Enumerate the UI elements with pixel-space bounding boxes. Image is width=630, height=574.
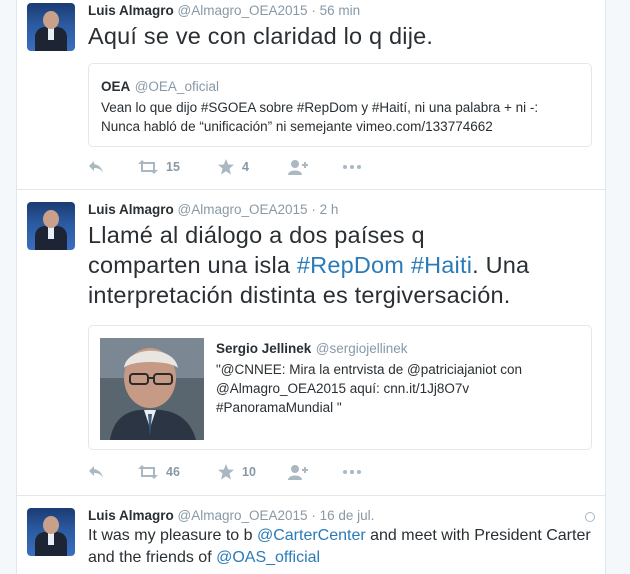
follow-icon [288, 159, 308, 175]
like-button[interactable]: 10 [218, 464, 288, 480]
follow-button[interactable] [288, 159, 343, 175]
reply-icon [88, 465, 104, 479]
tweet-actions: 15 4 [88, 157, 361, 177]
author-name[interactable]: Luis Almagro [88, 3, 174, 18]
quoted-tweet[interactable]: Sergio Jellinek @sergiojellinek "@CNNEE:… [88, 325, 592, 450]
quoted-text-line: Vean lo que dijo #SGOEA sobre #RepDom y … [101, 100, 539, 115]
retweet-count: 46 [166, 465, 180, 479]
tweet-text: Aquí se ve con claridad lo q dije. [88, 23, 434, 49]
tweet[interactable]: Luis Almagro @Almagro_OEA2015 · 56 min A… [17, 0, 605, 190]
tweet-text: It was my pleasure to b @CarterCenter an… [88, 525, 598, 569]
quoted-text-line: @Almagro_OEA2015 aquí: cnn.it/1Jj8O7v [216, 381, 470, 396]
timestamp[interactable]: 56 min [320, 3, 361, 18]
text-segment: It was my pleasure to b [88, 527, 257, 544]
quoted-text-line: Nunca habló de “unificación” ni semejant… [101, 119, 493, 134]
separator: · [311, 3, 316, 18]
reply-button[interactable] [88, 465, 138, 479]
quoted-author-handle: @OEA_oficial [134, 79, 219, 94]
hashtag-link[interactable]: #RepDom [297, 252, 404, 278]
quoted-photo[interactable] [100, 338, 204, 440]
hashtag-link[interactable]: #Haiti [411, 252, 472, 278]
author-handle[interactable]: @Almagro_OEA2015 [178, 202, 308, 217]
more-button[interactable] [343, 470, 361, 474]
tweet-text-line: Llamé al diálogo a dos países q [88, 222, 425, 248]
tweet-text-line: interpretación distinta es tergiversació… [88, 282, 511, 308]
text-segment: and the friends of [88, 549, 217, 566]
quoted-text-line: #PanoramaMundial " [216, 400, 342, 415]
more-icon [343, 470, 361, 474]
follow-button[interactable] [288, 464, 343, 480]
avatar[interactable] [27, 3, 75, 51]
quoted-tweet[interactable]: OEA @OEA_oficial Vean lo que dijo #SGOEA… [88, 63, 592, 147]
tweet-text-line: and the friends of @OAS_official [88, 547, 598, 569]
tweet[interactable]: Luis Almagro @Almagro_OEA2015 · 2 h Llam… [17, 190, 605, 496]
tweet-text: Llamé al diálogo a dos países q comparte… [88, 220, 588, 310]
avatar[interactable] [27, 508, 75, 556]
reply-button[interactable] [88, 160, 138, 174]
follow-icon [288, 464, 308, 480]
tweet[interactable]: Luis Almagro @Almagro_OEA2015 · 16 de ju… [17, 496, 605, 574]
more-button[interactable] [343, 165, 361, 169]
separator: · [311, 508, 316, 523]
quoted-author-handle: @sergiojellinek [315, 341, 408, 356]
globe-icon[interactable] [585, 512, 595, 522]
retweet-count: 15 [166, 160, 180, 174]
author-name[interactable]: Luis Almagro [88, 508, 174, 523]
retweet-button[interactable]: 15 [138, 160, 218, 174]
like-count: 4 [242, 160, 249, 174]
text-segment: and meet with President Carter [365, 527, 591, 544]
more-icon [343, 165, 361, 169]
like-button[interactable]: 4 [218, 159, 288, 175]
text-segment [404, 252, 411, 278]
tweet-actions: 46 10 [88, 462, 361, 482]
text-segment: comparten una isla [88, 252, 297, 278]
separator: · [311, 202, 316, 217]
tweet-header: Luis Almagro @Almagro_OEA2015 · 16 de ju… [88, 508, 374, 523]
retweet-button[interactable]: 46 [138, 465, 218, 479]
author-name[interactable]: Luis Almagro [88, 202, 174, 217]
tweet-header: Luis Almagro @Almagro_OEA2015 · 56 min [88, 3, 360, 18]
quoted-text-line: "@CNNEE: Mira la entrvista de @patriciaj… [216, 362, 523, 377]
author-handle[interactable]: @Almagro_OEA2015 [178, 3, 308, 18]
text-segment: . Una [472, 252, 530, 278]
mention-link[interactable]: @CarterCenter [257, 527, 366, 544]
avatar[interactable] [27, 202, 75, 250]
quoted-author-name: Sergio Jellinek [216, 341, 312, 356]
tweet-header: Luis Almagro @Almagro_OEA2015 · 2 h [88, 202, 338, 217]
retweet-icon [138, 160, 158, 174]
like-star-icon [218, 159, 234, 175]
timeline: Luis Almagro @Almagro_OEA2015 · 56 min A… [16, 0, 606, 574]
mention-link[interactable]: @OAS_official [216, 549, 320, 566]
author-handle[interactable]: @Almagro_OEA2015 [178, 508, 308, 523]
timestamp[interactable]: 16 de jul. [320, 508, 375, 523]
tweet-text-line: comparten una isla #RepDom #Haiti. Una [88, 250, 588, 280]
tweet-text-line: It was my pleasure to b @CarterCenter an… [88, 525, 598, 547]
like-star-icon [218, 464, 234, 480]
retweet-icon [138, 465, 158, 479]
like-count: 10 [242, 465, 256, 479]
quoted-author-name: OEA [101, 79, 131, 94]
reply-icon [88, 160, 104, 174]
timestamp[interactable]: 2 h [320, 202, 339, 217]
